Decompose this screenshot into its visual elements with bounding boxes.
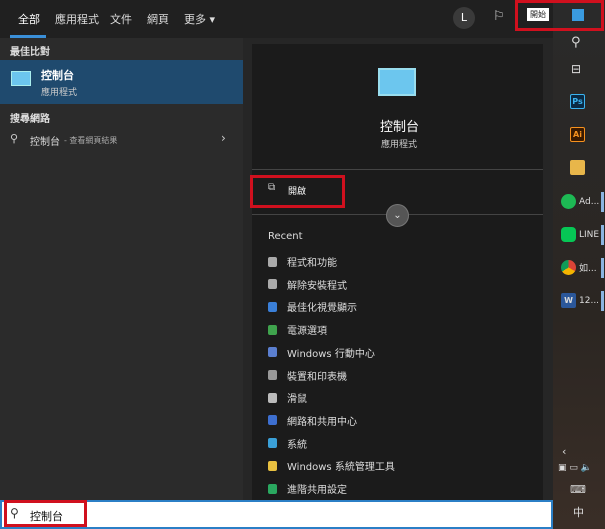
tab-apps[interactable]: 應用程式 [55, 11, 99, 27]
avatar[interactable]: L [453, 7, 475, 29]
recent-item-label: 網路和共用中心 [287, 416, 357, 428]
recent-item-icon [268, 347, 277, 358]
recent-item-icon [268, 415, 277, 426]
recent-item-label: 解除安裝程式 [287, 280, 347, 292]
taskbar-label: 12... [579, 295, 600, 306]
recent-item-icon [268, 370, 277, 380]
recent-item[interactable]: 電源選項 [268, 322, 327, 337]
recent-item-label: 電源選項 [287, 326, 327, 338]
results-panel [0, 38, 243, 500]
taskbar-word[interactable]: W 12... [561, 293, 599, 308]
control-panel-icon [11, 71, 31, 86]
divider [252, 169, 543, 170]
recent-item-icon [268, 301, 277, 312]
taskbar-chrome[interactable]: 如... [561, 260, 597, 275]
show-hidden-icons-chevron[interactable]: ‹ [562, 445, 566, 458]
recent-item-label: Windows 系統管理工具 [287, 462, 395, 474]
chrome-icon [561, 260, 576, 275]
taskbar-spotify[interactable]: Ad... [561, 194, 599, 209]
recent-item-icon [268, 438, 277, 449]
recent-item-label: 滑鼠 [287, 394, 307, 406]
file-explorer-icon[interactable] [570, 160, 585, 175]
task-view-icon[interactable]: ⊟ [571, 62, 581, 76]
recent-item[interactable]: 最佳化視覺顯示 [268, 299, 357, 314]
recent-item[interactable]: 網路和共用中心 [268, 413, 357, 428]
expand-chevron-icon[interactable]: ⌄ [386, 204, 409, 227]
photoshop-icon[interactable]: Ps [570, 94, 585, 109]
tab-more[interactable]: 更多 ▾ [184, 11, 215, 27]
best-match-item[interactable]: 控制台 應用程式 [0, 60, 243, 104]
recent-item-icon [268, 483, 277, 494]
app-name: 控制台 [41, 69, 74, 82]
running-indicator [601, 291, 604, 311]
web-query: 控制台 [30, 137, 60, 148]
touch-keyboard-icon[interactable]: ⌨ [570, 483, 586, 496]
app-type: 應用程式 [41, 88, 78, 98]
tab-all[interactable]: 全部 [18, 11, 40, 27]
taskbar-line[interactable]: LINE [561, 227, 599, 242]
taskbar-label: 如... [579, 264, 597, 274]
top-bar: 全部 應用程式 文件 網頁 更多 ▾ L ⚐ [0, 0, 553, 38]
recent-item[interactable]: 系統 [268, 436, 307, 451]
web-suffix: - 查看網頁結果 [64, 136, 118, 145]
recent-item-icon [268, 324, 277, 335]
line-icon [561, 227, 576, 242]
running-indicator [601, 225, 604, 245]
recent-item-label: 系統 [287, 439, 307, 451]
highlight-search [4, 500, 87, 527]
recent-item-icon [268, 392, 277, 403]
best-match-heading: 最佳比對 [10, 47, 50, 58]
control-panel-large-icon [378, 68, 416, 96]
recent-item[interactable]: 滑鼠 [268, 390, 307, 405]
recent-item[interactable]: Windows 行動中心 [268, 345, 375, 360]
web-section-heading: 搜尋網路 [10, 114, 50, 125]
taskbar-label: LINE [579, 229, 600, 240]
search-icon: ⚲ [10, 132, 19, 145]
recent-item-icon [268, 256, 277, 267]
recent-item[interactable]: 程式和功能 [268, 254, 337, 269]
running-indicator [601, 192, 604, 212]
recent-item-icon [268, 279, 277, 290]
running-indicator [601, 258, 604, 278]
detail-type: 應用程式 [381, 140, 418, 150]
feedback-icon[interactable]: ⚐ [493, 9, 505, 24]
recent-item[interactable]: 裝置和印表機 [268, 368, 347, 383]
recent-item-label: 裝置和印表機 [287, 371, 347, 383]
highlight-open [250, 175, 345, 208]
recent-item-label: 程式和功能 [287, 258, 337, 269]
highlight-start [515, 0, 604, 31]
search-icon[interactable]: ⚲ [571, 35, 581, 50]
taskbar-label: Ad... [579, 196, 600, 207]
tab-documents[interactable]: 文件 [110, 11, 132, 27]
recent-item-label: 最佳化視覺顯示 [287, 303, 357, 315]
spotify-icon [561, 194, 576, 209]
illustrator-icon[interactable]: Ai [570, 127, 585, 142]
recent-item[interactable]: Windows 系統管理工具 [268, 458, 395, 473]
tab-web[interactable]: 網頁 [147, 11, 169, 27]
detail-card [252, 44, 543, 500]
recent-item[interactable]: 解除安裝程式 [268, 277, 347, 292]
detail-name: 控制台 [380, 120, 420, 135]
word-icon: W [561, 293, 576, 308]
recent-item-label: Windows 行動中心 [287, 348, 375, 360]
recent-item-icon [268, 460, 277, 471]
recent-item[interactable]: 進階共用設定 [268, 481, 347, 496]
chevron-right-icon: › [221, 131, 226, 145]
system-tray-icons[interactable]: ▣ ▭ 🔈 [558, 463, 592, 473]
recent-heading: Recent [268, 231, 303, 242]
ime-indicator[interactable]: 中 [573, 504, 584, 520]
web-search-item[interactable]: ⚲ 控制台 - 查看網頁結果 › [0, 128, 243, 152]
recent-item-label: 進階共用設定 [287, 485, 347, 496]
